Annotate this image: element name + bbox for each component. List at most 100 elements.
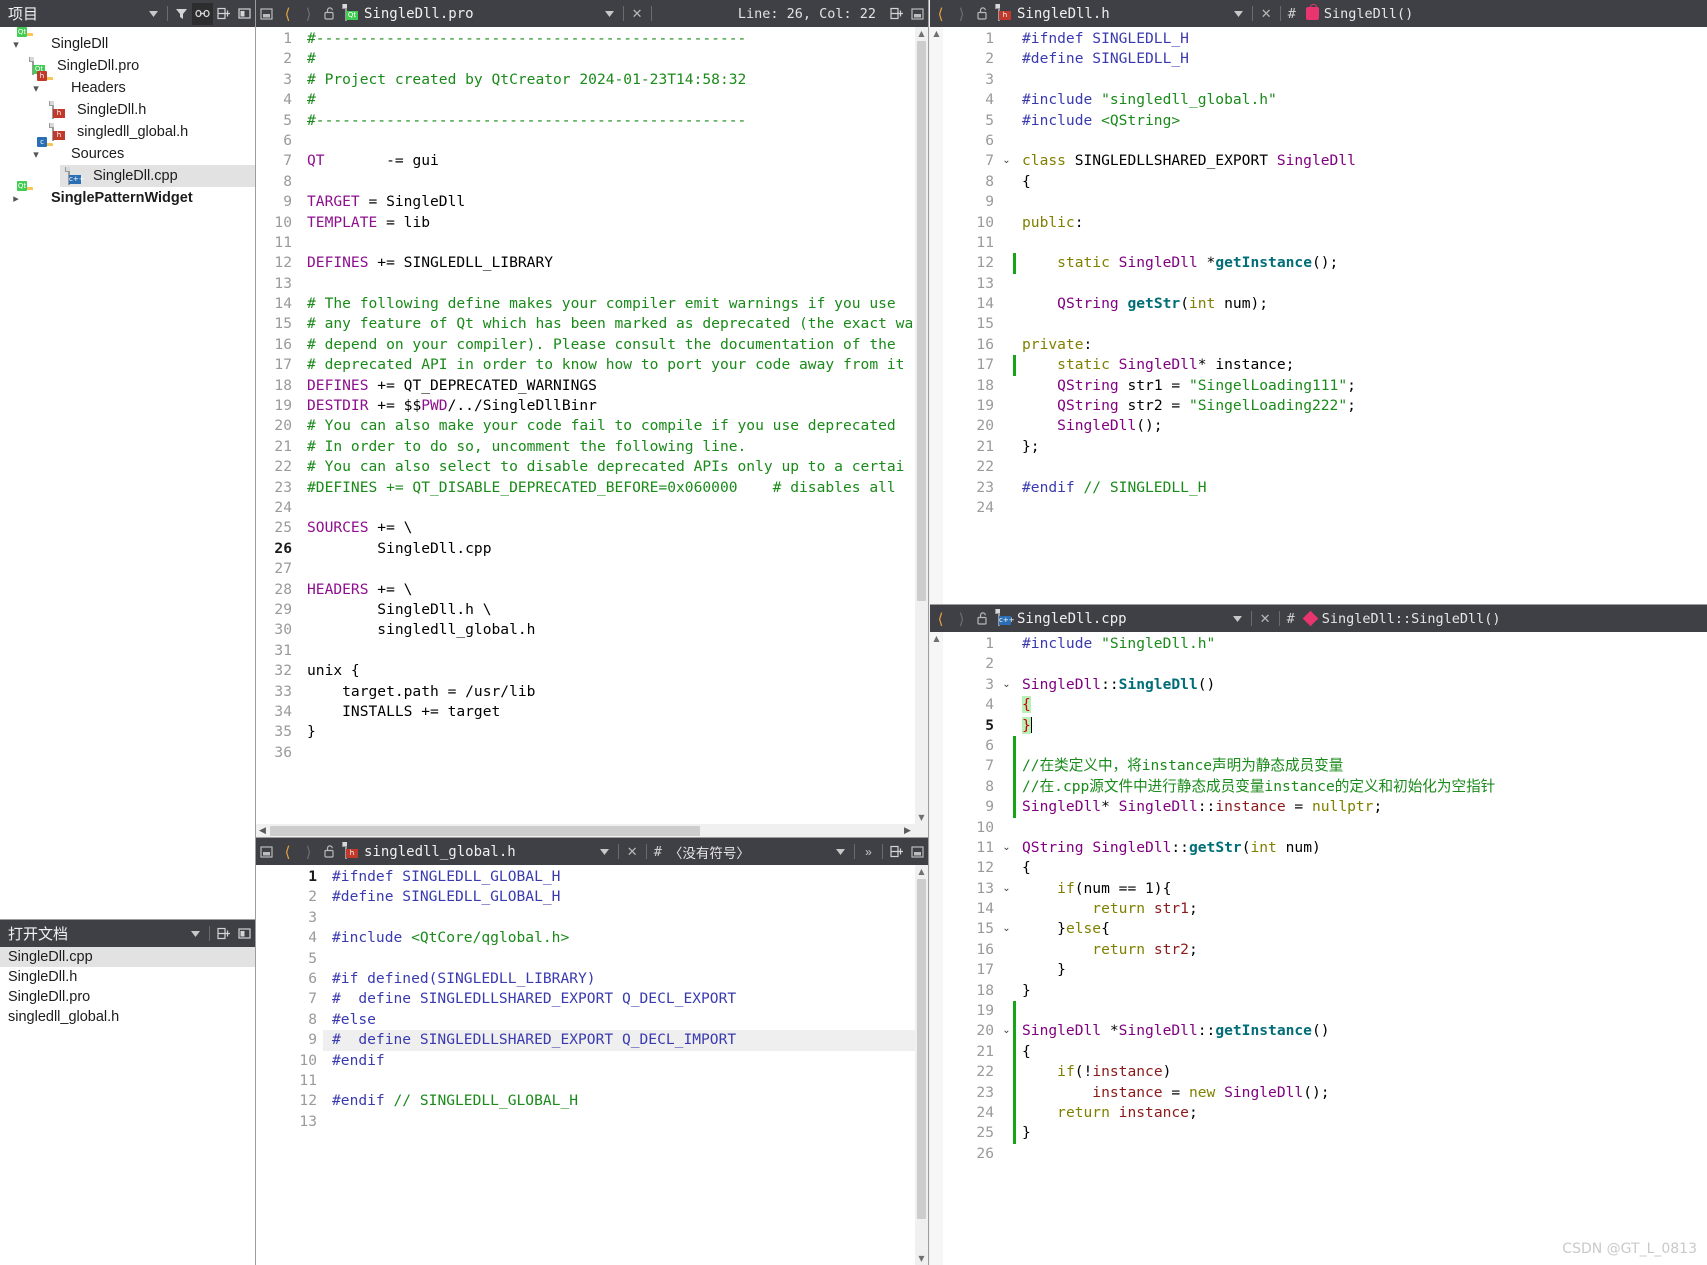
collapse-panel-icon[interactable] [234, 923, 255, 945]
collapse-panel-icon[interactable] [234, 3, 255, 25]
fold-toggle-icon[interactable]: ⌄ [1000, 919, 1013, 939]
vertical-scrollbar-pro[interactable]: ▲ ▼ [915, 27, 928, 824]
code-text: #include <QString> [1022, 111, 1181, 129]
symbol-selector-global-h[interactable]: 〈没有符号〉 [666, 842, 750, 862]
unlock-icon[interactable] [972, 608, 993, 630]
navigate-forward-icon[interactable]: ⟩ [951, 608, 972, 630]
pane-divider-center[interactable] [256, 837, 928, 838]
code-text: return instance; [1057, 1103, 1198, 1121]
symbol-selector-source[interactable]: SingleDll::SingleDll() [1319, 611, 1501, 627]
chevron-down-icon[interactable] [185, 923, 206, 945]
filter-icon[interactable] [171, 3, 192, 25]
close-icon[interactable]: ✕ [1255, 608, 1276, 630]
expand-caret[interactable]: ▾ [26, 82, 46, 95]
line-number: 4 [958, 90, 1000, 111]
close-icon[interactable]: ✕ [622, 841, 643, 863]
fold-toggle-icon[interactable]: ⌄ [1000, 879, 1013, 899]
code-lines-source[interactable]: 1 #include "SingleDll.h" 2 3 ⌄ SingleDll::Si… [930, 632, 1707, 1165]
symbol-hash-icon: # [653, 843, 662, 860]
navigate-back-icon[interactable]: ⟨ [277, 841, 298, 863]
fold-toggle-icon[interactable]: ⌄ [1000, 1021, 1013, 1041]
editor-options-icon[interactable] [256, 841, 277, 863]
chevron-down-icon[interactable] [1228, 3, 1249, 25]
line-number: 17 [958, 355, 1000, 376]
navigate-forward-icon[interactable]: ⟩ [298, 3, 319, 25]
pane-divider-right-h[interactable] [930, 604, 1707, 605]
open-document-item[interactable]: SingleDll.pro [0, 987, 255, 1007]
code-area-header[interactable]: 1 #ifndef SINGLEDLL_H 2 #define SINGLEDLL_H… [930, 27, 1707, 605]
expand-caret[interactable]: ▸ [6, 192, 26, 205]
pane-divider-left[interactable] [255, 0, 256, 1265]
close-icon[interactable]: ✕ [627, 3, 648, 25]
code-text: TARGET = SingleDll [307, 193, 466, 211]
vertical-scrollbar-header[interactable]: ▲ [930, 27, 943, 605]
link-icon[interactable] [192, 2, 213, 25]
fold-toggle-icon[interactable]: ⌄ [1000, 838, 1013, 858]
chevron-down-icon[interactable] [599, 3, 620, 25]
tree-item-singledll[interactable]: ▾ Qt SingleDll [0, 27, 255, 55]
split-icon[interactable] [886, 841, 907, 863]
code-line: 8 [256, 171, 928, 193]
horizontal-scrollbar-pro[interactable]: ◀ ▶ [256, 824, 928, 838]
close-split-icon[interactable] [907, 841, 928, 863]
vertical-scrollbar-source[interactable]: ▲ [930, 632, 943, 1265]
code-lines-pro[interactable]: 1 #--------------------------------------… [256, 27, 928, 764]
unlock-icon[interactable] [972, 3, 993, 25]
open-document-item[interactable]: singledll_global.h [0, 1007, 255, 1027]
chevron-down-icon[interactable] [1227, 608, 1248, 630]
chevron-down-icon[interactable] [143, 3, 164, 25]
navigate-forward-icon[interactable]: ⟩ [298, 841, 319, 863]
line-number: 16 [958, 334, 1000, 356]
split-icon[interactable] [886, 3, 907, 25]
navigate-back-icon[interactable]: ⟨ [930, 3, 951, 25]
line-number: 35 [256, 722, 298, 743]
scroll-right-icon[interactable]: ▶ [901, 826, 914, 836]
symbol-selector-header[interactable]: SingleDll() [1321, 6, 1413, 22]
code-line: 15 # any feature of Qt which has been mar… [256, 314, 928, 335]
code-lines-header[interactable]: 1 #ifndef SINGLEDLL_H 2 #define SINGLEDLL_H… [930, 27, 1707, 519]
expand-caret[interactable]: ▾ [26, 148, 46, 161]
split-icon[interactable] [213, 3, 234, 25]
navigate-back-icon[interactable]: ⟨ [930, 608, 951, 630]
chevron-down-icon[interactable] [830, 841, 851, 863]
code-line: 9 [958, 192, 1707, 213]
h-file-icon: h [342, 842, 360, 860]
code-lines-global-h[interactable]: 1 #ifndef SINGLEDLL_GLOBAL_H 2 #define SING… [256, 865, 928, 1133]
open-document-item[interactable]: SingleDll.h [0, 967, 255, 987]
code-line: 19 [958, 1001, 1707, 1022]
more-icon[interactable]: » [858, 841, 879, 863]
pane-divider-right[interactable] [928, 0, 929, 1265]
tree-item-label: SingleDll.pro [57, 58, 140, 74]
code-area-source[interactable]: 1 #include "SingleDll.h" 2 3 ⌄ SingleDll::Si… [930, 632, 1707, 1265]
tree-item-sources[interactable]: ▾ c Sources [0, 137, 255, 165]
tree-item-singledll-cpp[interactable]: c++ SingleDll.cpp [60, 165, 255, 187]
unlock-icon[interactable] [319, 841, 340, 863]
scroll-left-icon[interactable]: ◀ [256, 826, 269, 836]
code-text: { [1022, 859, 1031, 877]
close-split-icon[interactable] [907, 3, 928, 25]
open-documents-list[interactable]: SingleDll.cpp SingleDll.h SingleDll.pro … [0, 947, 255, 1265]
fold-toggle-icon[interactable]: ⌄ [1000, 151, 1013, 171]
split-icon[interactable] [213, 923, 234, 945]
code-line: 21}; [958, 436, 1707, 458]
tree-item-singlepatternwidget[interactable]: ▸ Qt SinglePatternWidget [0, 181, 255, 209]
expand-caret[interactable]: ▾ [6, 38, 26, 51]
close-icon[interactable]: ✕ [1256, 3, 1277, 25]
unlock-icon[interactable] [319, 3, 340, 25]
code-area-global-h[interactable]: 1 #ifndef SINGLEDLL_GLOBAL_H 2 #define SING… [256, 865, 928, 1265]
chevron-down-icon[interactable] [594, 841, 615, 863]
code-area-pro[interactable]: 1 #--------------------------------------… [256, 27, 928, 824]
project-tree[interactable]: ▾ Qt SingleDll Qt SingleDll.pro ▾ h Head… [0, 27, 255, 919]
fold-toggle-icon[interactable]: ⌄ [1000, 675, 1013, 695]
code-line: 15 [958, 314, 1707, 335]
navigate-back-icon[interactable]: ⟨ [277, 3, 298, 25]
tree-item-headers[interactable]: ▾ h Headers [0, 71, 255, 99]
code-line: 2 #define SINGLEDLL_GLOBAL_H [281, 887, 928, 908]
editor-options-icon[interactable] [256, 3, 277, 25]
vertical-scrollbar-global-h[interactable]: ▲ ▼ [915, 865, 928, 1265]
tree-item-singledll-h[interactable]: h SingleDll.h [0, 99, 255, 121]
line-number: 25 [256, 518, 298, 539]
open-document-item[interactable]: SingleDll.cpp [0, 947, 255, 967]
navigate-forward-icon[interactable]: ⟩ [951, 3, 972, 25]
